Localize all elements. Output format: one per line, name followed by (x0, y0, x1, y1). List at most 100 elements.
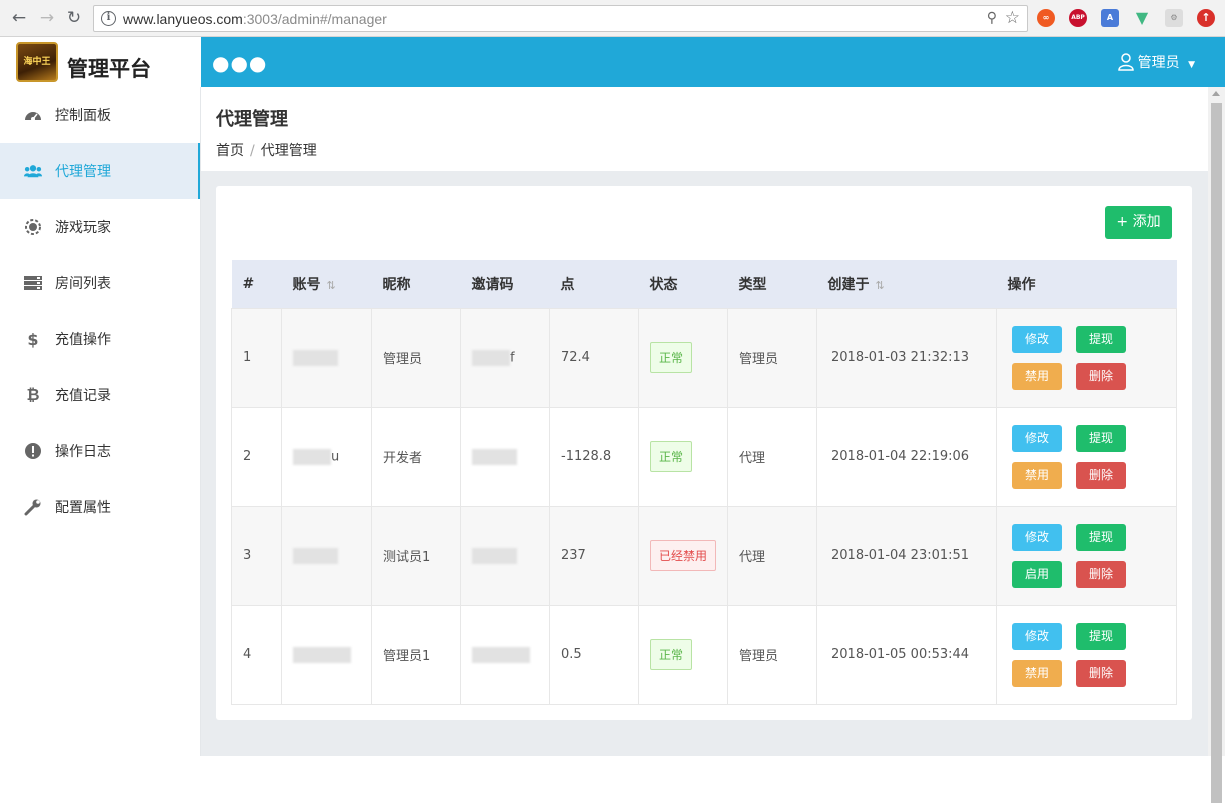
address-url[interactable]: www.lanyueos.com:3003/admin#/manager (123, 11, 387, 27)
page-header: 代理管理 首页 / 代理管理 (201, 87, 1208, 171)
sidebar-item-players[interactable]: 游戏玩家 (0, 199, 200, 255)
scroll-up-icon[interactable] (1212, 91, 1220, 96)
vue-devtools-icon[interactable]: ▼ (1133, 9, 1151, 27)
breadcrumb-home[interactable]: 首页 (216, 143, 244, 159)
col-header-nickname: 昵称 (371, 260, 461, 308)
cell-status: 正常 (638, 406, 728, 507)
sidebar-item-dashboard[interactable]: 控制面板 (0, 87, 200, 143)
menu-toggle-icon[interactable]: ●●● (212, 51, 267, 75)
page-title: 代理管理 (216, 109, 288, 130)
cell-account (281, 604, 372, 705)
cell-actions: 修改 提现 禁用 删除 (996, 307, 1177, 408)
sidebar: 控制面板 代理管理 游戏玩家 房间列表 $ 充值操作 ₿ 充值记录 操作日志 配… (0, 87, 201, 756)
brand-title: 管理平台 (67, 57, 151, 81)
react-devtools-icon[interactable]: ⚙ (1165, 9, 1183, 27)
bookmark-star-icon[interactable]: ☆ (1005, 8, 1020, 28)
bitcoin-icon: ₿ (26, 385, 40, 404)
sidebar-item-recharge[interactable]: $ 充值操作 (0, 311, 200, 367)
adblock-icon[interactable]: ABP (1069, 9, 1087, 27)
cell-status: 正常 (638, 604, 728, 705)
sidebar-item-label: 配置属性 (55, 500, 111, 516)
browser-toolbar: ← → ↻ i www.lanyueos.com:3003/admin#/man… (0, 0, 1225, 37)
col-header-created[interactable]: 创建于 ⇅ (816, 260, 997, 308)
agents-card: + 添加 # 账号 ⇅ 昵称 邀请码 点 状态 类型 创建于 ⇅ 操作 1 管理… (216, 186, 1192, 720)
dollar-icon: $ (27, 329, 39, 349)
status-badge: 正常 (650, 342, 693, 373)
address-bar[interactable]: i www.lanyueos.com:3003/admin#/manager ⚲… (93, 5, 1028, 32)
status-badge: 正常 (650, 639, 693, 670)
enable-button[interactable]: 启用 (1012, 560, 1062, 588)
cell-type: 管理员 (727, 604, 817, 705)
edit-button[interactable]: 修改 (1012, 523, 1062, 551)
forward-icon[interactable]: → (35, 6, 59, 30)
reload-icon[interactable]: ↻ (62, 6, 86, 30)
cell-invite-code (460, 406, 550, 507)
extension-infinity-icon[interactable]: ∞ (1037, 9, 1055, 27)
sidebar-item-label: 操作日志 (55, 444, 111, 460)
cell-invite-code (460, 604, 550, 705)
withdraw-button[interactable]: 提现 (1076, 523, 1126, 551)
cell-nickname: 测试员1 (371, 505, 461, 606)
site-info-icon[interactable]: i (101, 11, 116, 26)
sidebar-item-agents[interactable]: 代理管理 (0, 143, 200, 199)
delete-button[interactable]: 删除 (1076, 461, 1126, 489)
cell-account: u (281, 406, 372, 507)
sidebar-item-recharge-records[interactable]: ₿ 充值记录 (0, 367, 200, 423)
disable-button[interactable]: 禁用 (1012, 461, 1062, 489)
delete-button[interactable]: 删除 (1076, 362, 1126, 390)
redacted-account (293, 646, 351, 663)
col-header-type: 类型 (727, 260, 817, 308)
scrollbar-thumb[interactable] (1211, 103, 1222, 803)
edit-button[interactable]: 修改 (1012, 424, 1062, 452)
cell-account (281, 505, 372, 606)
sort-icon[interactable]: ⇅ (876, 279, 885, 292)
add-button[interactable]: + 添加 (1105, 206, 1172, 239)
cell-status: 正常 (638, 307, 728, 408)
vertical-scrollbar[interactable] (1208, 87, 1225, 803)
back-icon[interactable]: ← (7, 6, 31, 30)
col-header-invite-code: 邀请码 (460, 260, 550, 308)
sort-icon[interactable]: ⇅ (327, 279, 336, 292)
user-menu[interactable]: 管理员 ▼ (1117, 52, 1195, 72)
breadcrumb-separator: / (250, 143, 255, 159)
upload-extension-icon[interactable]: ↑ (1197, 9, 1215, 27)
col-header-index: # (231, 260, 282, 308)
disable-button[interactable]: 禁用 (1012, 362, 1062, 390)
col-header-account[interactable]: 账号 ⇅ (281, 260, 372, 308)
users-icon (24, 162, 42, 180)
redacted-invite-code (472, 646, 530, 663)
cell-nickname: 管理员 (371, 307, 461, 408)
translate-icon[interactable]: A (1101, 9, 1119, 27)
withdraw-button[interactable]: 提现 (1076, 424, 1126, 452)
sidebar-item-rooms[interactable]: 房间列表 (0, 255, 200, 311)
col-header-actions: 操作 (996, 260, 1177, 308)
breadcrumb-current: 代理管理 (260, 143, 317, 159)
cell-created: 2018-01-03 21:32:13 (816, 307, 997, 408)
sidebar-item-label: 充值记录 (55, 388, 111, 404)
redacted-invite-code (472, 349, 510, 366)
cell-created: 2018-01-04 23:01:51 (816, 505, 997, 606)
table-header-row: # 账号 ⇅ 昵称 邀请码 点 状态 类型 创建于 ⇅ 操作 (231, 260, 1177, 308)
delete-button[interactable]: 删除 (1076, 560, 1126, 588)
withdraw-button[interactable]: 提现 (1076, 325, 1126, 353)
main-content: 代理管理 首页 / 代理管理 + 添加 # 账号 ⇅ 昵称 邀请码 点 状态 类型 (201, 87, 1208, 756)
cell-invite-code: f (460, 307, 550, 408)
key-icon[interactable]: ⚲ (987, 10, 997, 26)
wrench-icon (24, 498, 42, 516)
breadcrumb: 首页 / 代理管理 (216, 140, 317, 160)
table-row: 2 u 开发者 -1128.8 正常 代理 2018-01-04 22:19:0… (231, 406, 1177, 507)
redacted-account (293, 349, 338, 366)
withdraw-button[interactable]: 提现 (1076, 622, 1126, 650)
cell-type: 代理 (727, 406, 817, 507)
col-header-points: 点 (549, 260, 639, 308)
dashboard-icon (24, 106, 42, 124)
caret-down-icon: ▼ (1188, 60, 1195, 70)
sidebar-item-logs[interactable]: 操作日志 (0, 423, 200, 479)
disable-button[interactable]: 禁用 (1012, 659, 1062, 687)
edit-button[interactable]: 修改 (1012, 325, 1062, 353)
table-row: 4 管理员1 0.5 正常 管理员 2018-01-05 00:53:44 修改… (231, 604, 1177, 705)
delete-button[interactable]: 删除 (1076, 659, 1126, 687)
sidebar-item-config[interactable]: 配置属性 (0, 479, 200, 535)
edit-button[interactable]: 修改 (1012, 622, 1062, 650)
cell-type: 代理 (727, 505, 817, 606)
